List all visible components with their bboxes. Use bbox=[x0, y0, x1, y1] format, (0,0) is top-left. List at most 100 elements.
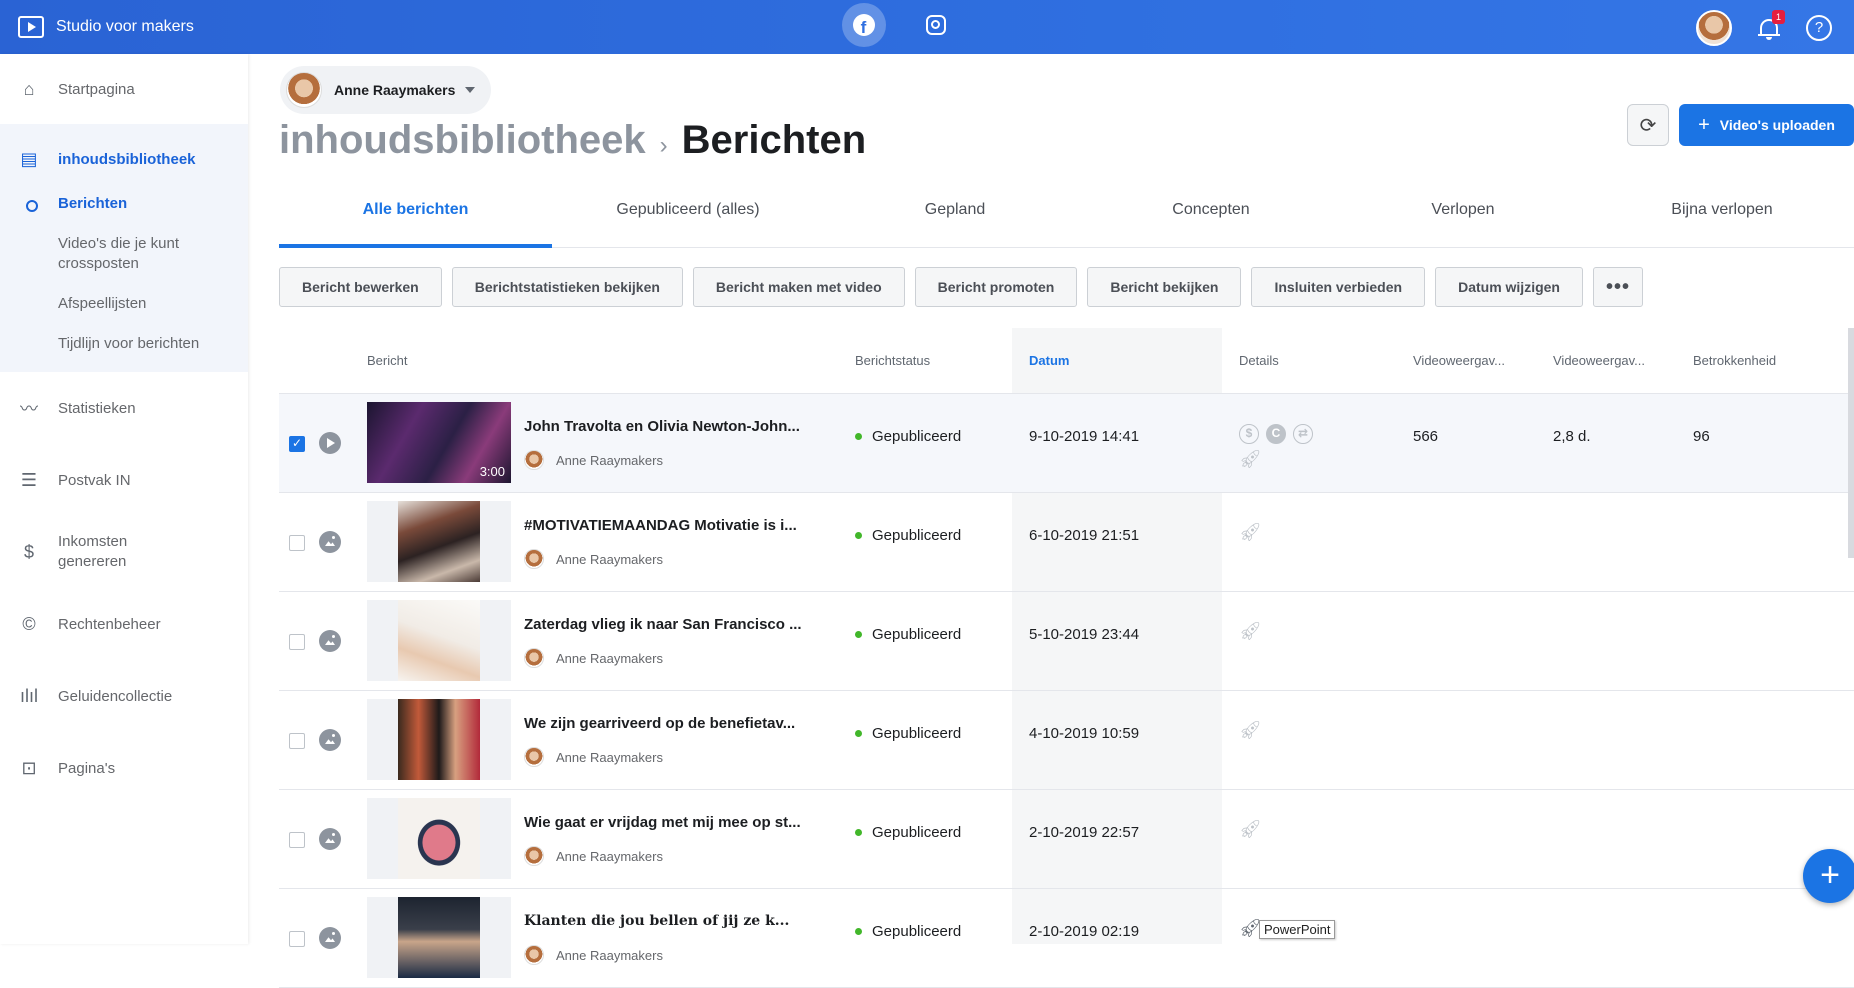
author-name: Anne Raaymakers bbox=[556, 947, 663, 963]
post-title[interactable]: Klanten die jou bellen of jij ze k... bbox=[524, 913, 819, 929]
sidebar-item-sound[interactable]: ılıl Geluidencollectie bbox=[0, 660, 248, 732]
post-title[interactable]: #MOTIVATIEMAANDAG Motivatie is i... bbox=[524, 517, 819, 534]
sidebar: ⌂ Startpagina ▤ inhoudsbibliotheek Beric… bbox=[0, 54, 248, 944]
sidebar-item-monetization[interactable]: $ Inkomsten genereren bbox=[0, 516, 248, 588]
copyright-icon: © bbox=[22, 613, 36, 634]
sidebar-sub-playlists[interactable]: Afspeellijsten bbox=[58, 294, 248, 314]
post-title[interactable]: We zijn gearriveerd op de benefietav... bbox=[524, 715, 819, 732]
breadcrumb-current: Berichten bbox=[681, 118, 867, 162]
sidebar-item-label: Postvak IN bbox=[58, 471, 131, 489]
boost-rocket-icon[interactable]: 🚀︎ bbox=[1239, 719, 1262, 741]
photo-type-icon bbox=[319, 927, 341, 949]
sidebar-item-library[interactable]: ▤ inhoudsbibliotheek bbox=[0, 124, 248, 194]
header-date[interactable]: Datum bbox=[1029, 353, 1069, 368]
post-details: $ C ⇄ 🚀︎ bbox=[1239, 424, 1329, 470]
header-status[interactable]: Berichtstatus bbox=[855, 353, 930, 368]
refresh-icon: ⟳ bbox=[1639, 114, 1657, 137]
tab-published[interactable]: Gepubliceerd (alles) bbox=[552, 190, 824, 247]
header-video-views-2[interactable]: Videoweergav... bbox=[1553, 353, 1645, 368]
page-selector[interactable]: Anne Raaymakers bbox=[280, 66, 492, 114]
table-row[interactable]: Klanten die jou bellen of jij ze k... An… bbox=[279, 889, 1854, 988]
page-title: inhoudsbibliotheek › Berichten bbox=[279, 118, 866, 163]
sidebar-sub-timeline[interactable]: Tijdlijn voor berichten bbox=[58, 334, 248, 354]
table-row[interactable]: 3:00 John Travolta en Olivia Newton-John… bbox=[279, 394, 1854, 493]
sidebar-item-rights[interactable]: © Rechtenbeheer bbox=[0, 588, 248, 660]
breadcrumb-library[interactable]: inhoudsbibliotheek bbox=[279, 118, 646, 163]
header-post[interactable]: Bericht bbox=[367, 353, 407, 368]
boost-rocket-icon[interactable]: 🚀︎ bbox=[1239, 521, 1262, 543]
post-status: Gepubliceerd bbox=[855, 824, 961, 841]
row-checkbox[interactable] bbox=[289, 733, 305, 749]
create-fab-button[interactable]: + bbox=[1803, 849, 1854, 903]
sidebar-item-inbox[interactable]: ☰ Postvak IN bbox=[0, 444, 248, 516]
boost-post-button[interactable]: Bericht promoten bbox=[914, 267, 1078, 307]
sidebar-item-label: inhoudsbibliotheek bbox=[58, 150, 196, 168]
post-thumbnail[interactable] bbox=[367, 501, 511, 582]
sidebar-sub-berichten[interactable]: Berichten bbox=[26, 194, 248, 214]
status-label: Gepubliceerd bbox=[872, 824, 962, 841]
row-checkbox[interactable] bbox=[289, 931, 305, 947]
post-thumbnail[interactable] bbox=[367, 600, 511, 681]
help-icon[interactable]: ? bbox=[1806, 15, 1832, 41]
brand[interactable]: Studio voor makers bbox=[18, 16, 194, 38]
author-name: Anne Raaymakers bbox=[556, 650, 663, 666]
post-details: 🚀︎ bbox=[1239, 814, 1329, 840]
table-row[interactable]: #MOTIVATIEMAANDAG Motivatie is i... Anne… bbox=[279, 493, 1854, 592]
tab-all-posts[interactable]: Alle berichten bbox=[279, 190, 552, 248]
more-options-button[interactable]: ••• bbox=[1592, 267, 1643, 307]
tab-expired[interactable]: Verlopen bbox=[1336, 190, 1590, 247]
row-checkbox[interactable] bbox=[289, 535, 305, 551]
author-name: Anne Raaymakers bbox=[556, 749, 663, 765]
sidebar-item-insights[interactable]: 〰 Statistieken bbox=[0, 372, 248, 444]
profile-avatar[interactable] bbox=[1696, 10, 1732, 46]
sidebar-item-label: Inkomsten genereren bbox=[58, 533, 128, 570]
view-insights-button[interactable]: Berichtstatistieken bekijken bbox=[451, 267, 683, 307]
post-thumbnail[interactable] bbox=[367, 798, 511, 879]
sidebar-item-home[interactable]: ⌂ Startpagina bbox=[0, 54, 248, 124]
change-date-button[interactable]: Datum wijzigen bbox=[1435, 267, 1583, 307]
platform-switcher: f bbox=[842, 3, 986, 47]
tab-scheduled[interactable]: Gepland bbox=[824, 190, 1086, 247]
create-post-video-button[interactable]: Bericht maken met video bbox=[692, 267, 905, 307]
post-title[interactable]: Wie gaat er vrijdag met mij mee op st... bbox=[524, 814, 819, 831]
disable-embed-button[interactable]: Insluiten verbieden bbox=[1251, 267, 1426, 307]
row-checkbox[interactable] bbox=[289, 436, 305, 452]
facebook-tab[interactable]: f bbox=[842, 3, 886, 47]
page-avatar bbox=[286, 72, 322, 108]
author-avatar bbox=[524, 549, 544, 569]
tab-drafts[interactable]: Concepten bbox=[1086, 190, 1336, 247]
post-thumbnail[interactable] bbox=[367, 699, 511, 780]
app-title: Studio voor makers bbox=[56, 18, 194, 35]
sidebar-lower: 〰 Statistieken ☰ Postvak IN $ Inkomsten … bbox=[0, 372, 248, 804]
post-thumbnail[interactable] bbox=[367, 897, 511, 978]
sound-icon: ılıl bbox=[20, 685, 38, 706]
header-video-views-1[interactable]: Videoweergav... bbox=[1413, 353, 1505, 368]
row-checkbox[interactable] bbox=[289, 634, 305, 650]
boost-rocket-icon[interactable]: 🚀︎ bbox=[1239, 818, 1262, 840]
view-post-button[interactable]: Bericht bekijken bbox=[1087, 267, 1242, 307]
boost-rocket-icon[interactable]: 🚀︎ bbox=[1239, 448, 1262, 470]
sidebar-sub-crosspost[interactable]: Video's die je kunt crossposten bbox=[58, 234, 198, 274]
upload-video-button[interactable]: + Video's uploaden bbox=[1679, 104, 1854, 146]
instagram-tab[interactable] bbox=[914, 3, 958, 47]
post-title[interactable]: Zaterdag vlieg ik naar San Francisco ... bbox=[524, 616, 819, 633]
notifications-button[interactable]: 1 bbox=[1758, 10, 1785, 40]
post-thumbnail[interactable]: 3:00 bbox=[367, 402, 511, 483]
row-checkbox[interactable] bbox=[289, 832, 305, 848]
refresh-button[interactable]: ⟳ bbox=[1627, 104, 1669, 146]
scrollbar[interactable] bbox=[1848, 328, 1854, 558]
sidebar-item-pages[interactable]: ⊡ Pagina's bbox=[0, 732, 248, 804]
header-engagement[interactable]: Betrokkenheid bbox=[1693, 353, 1776, 368]
boost-rocket-icon[interactable]: 🚀︎ bbox=[1239, 917, 1262, 939]
status-label: Gepubliceerd bbox=[872, 626, 962, 643]
facebook-icon: f bbox=[853, 14, 875, 36]
table-row[interactable]: Zaterdag vlieg ik naar San Francisco ...… bbox=[279, 592, 1854, 691]
boost-rocket-icon[interactable]: 🚀︎ bbox=[1239, 620, 1262, 642]
table-row[interactable]: We zijn gearriveerd op de benefietav... … bbox=[279, 691, 1854, 790]
post-title[interactable]: John Travolta en Olivia Newton-John... bbox=[524, 418, 819, 435]
post-author: Anne Raaymakers bbox=[524, 846, 663, 866]
edit-post-button[interactable]: Bericht bewerken bbox=[279, 267, 442, 307]
tooltip: PowerPoint bbox=[1259, 920, 1336, 939]
tab-expiring[interactable]: Bijna verlopen bbox=[1590, 190, 1854, 247]
table-row[interactable]: Wie gaat er vrijdag met mij mee op st...… bbox=[279, 790, 1854, 889]
